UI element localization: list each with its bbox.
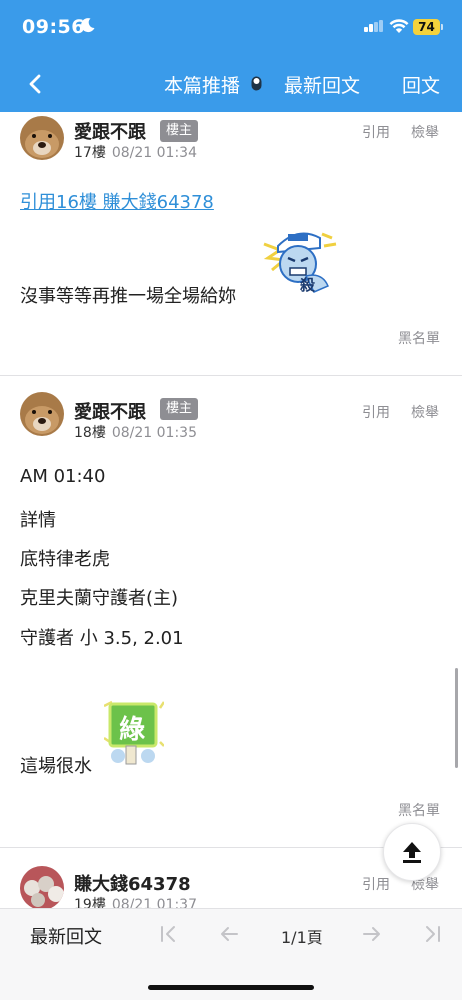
report-button[interactable]: 檢舉 [411, 402, 439, 422]
quote-reference-link[interactable]: 引用16樓 賺大錢64378 [20, 188, 214, 214]
latest-replies-button[interactable]: 最新回文 [30, 923, 102, 949]
moon-icon [81, 18, 95, 33]
post-divider [0, 375, 462, 376]
floor-number: 18樓 [74, 425, 106, 441]
post-text-line: 底特律老虎 [20, 549, 110, 570]
post-text-line: 守護者 小 3.5, 2.01 [20, 628, 184, 649]
post-meta: 19樓 08/21 01:37 [74, 894, 197, 908]
page-indicator[interactable]: 1/1頁 [281, 924, 323, 948]
avatar[interactable] [20, 866, 64, 908]
post-timestamp: 08/21 01:34 [111, 145, 197, 161]
blacklist-button[interactable]: 黑名單 [398, 800, 440, 820]
post-text-line: 這場很水 [20, 756, 92, 777]
post-17: 愛跟不跟 樓主 17樓 08/21 01:34 引用 檢舉 引用16樓 賺大錢64… [0, 112, 462, 376]
scrollbar-thumb[interactable] [455, 668, 458, 768]
floor-number: 17樓 [74, 145, 106, 161]
post-meta: 17樓 08/21 01:34 [74, 142, 197, 162]
quote-button[interactable]: 引用 [362, 402, 390, 422]
status-bar: 09:56 74 [0, 0, 462, 56]
bottom-pagination-bar: 最新回文 1/1頁 [0, 908, 462, 1000]
op-badge: 樓主 [160, 120, 198, 142]
battery-cap [441, 24, 443, 30]
wifi-icon [389, 19, 409, 33]
avatar[interactable] [20, 116, 64, 160]
battery-indicator: 74 [413, 19, 440, 35]
push-notify-button[interactable]: 本篇推播 [164, 71, 240, 98]
blacklist-button[interactable]: 黑名單 [398, 328, 440, 348]
first-page-icon[interactable] [158, 923, 180, 945]
scroll-to-top-button[interactable] [383, 823, 441, 881]
status-time: 09:56 [22, 16, 85, 38]
toggle-indicator-icon[interactable] [251, 76, 262, 91]
post-18: 愛跟不跟 樓主 18樓 08/21 01:35 引用 檢舉 AM 01:40 詳情… [0, 388, 462, 848]
reply-button[interactable]: 回文 [402, 71, 440, 98]
post-text-line: 克里夫蘭守護者(主) [20, 588, 179, 609]
post-timestamp: 08/21 01:35 [111, 425, 197, 441]
home-indicator [148, 985, 314, 990]
latest-replies-button[interactable]: 最新回文 [284, 71, 360, 98]
post-meta: 18樓 08/21 01:35 [74, 422, 197, 442]
last-page-icon[interactable] [421, 923, 443, 945]
report-button[interactable]: 檢舉 [411, 122, 439, 142]
next-page-icon[interactable] [361, 923, 383, 945]
post-text-line: 沒事等等再推一場全場給妳 [20, 286, 236, 307]
svg-text:殺: 殺 [299, 276, 316, 294]
post-timestamp: 08/21 01:37 [111, 897, 197, 908]
scroll-to-top-icon [403, 842, 421, 863]
quote-button[interactable]: 引用 [362, 122, 390, 142]
floor-number: 19樓 [74, 897, 106, 908]
prev-page-icon[interactable] [218, 923, 240, 945]
angry-kill-sticker: 殺 [263, 232, 337, 294]
username[interactable]: 愛跟不跟 [74, 118, 146, 144]
post-text-line: AM 01:40 [20, 466, 106, 487]
op-badge: 樓主 [160, 398, 198, 420]
username[interactable]: 愛跟不跟 [74, 398, 146, 424]
sticker-label: 綠 [119, 715, 146, 745]
top-nav-bar: 本篇推播 最新回文 回文 [0, 56, 462, 112]
post-text-line: 詳情 [20, 510, 56, 531]
green-sign-sticker: 綠 [104, 698, 164, 770]
chevron-left-icon[interactable] [22, 70, 50, 98]
avatar[interactable] [20, 392, 64, 436]
username[interactable]: 賺大錢64378 [74, 870, 191, 896]
